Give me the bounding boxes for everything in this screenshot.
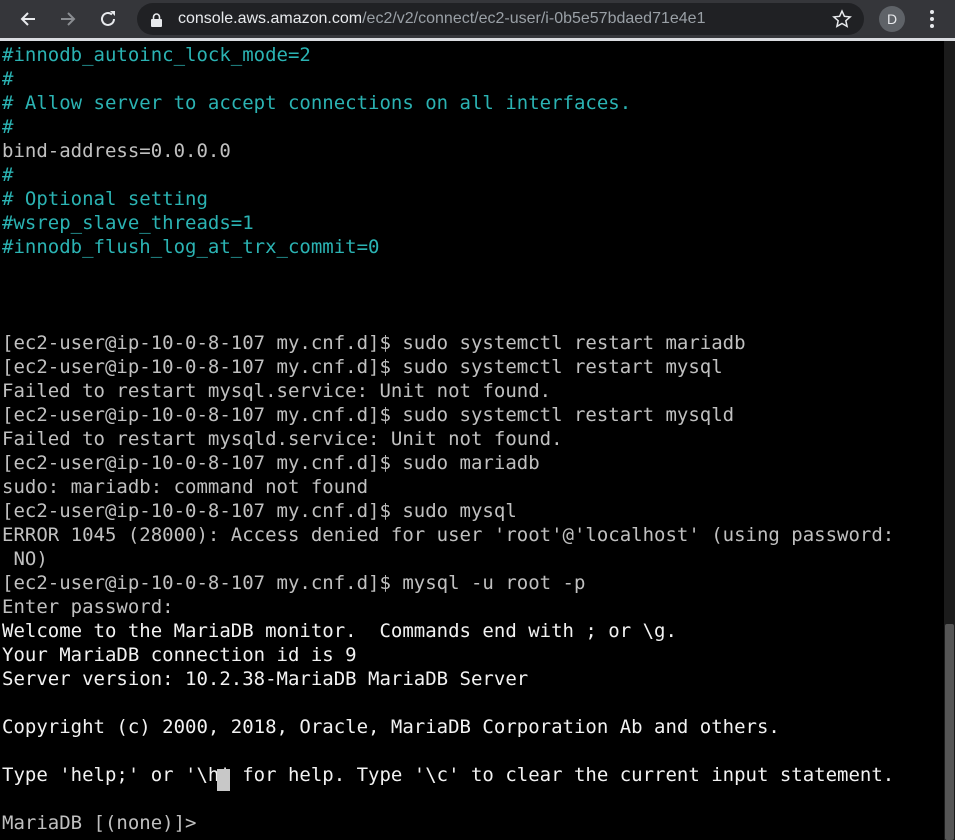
terminal-line: Your MariaDB connection id is 9 bbox=[2, 644, 357, 666]
terminal-line: #wsrep_slave_threads=1 bbox=[2, 212, 254, 234]
terminal-line: [ec2-user@ip-10-0-8-107 my.cnf.d]$ sudo … bbox=[2, 500, 517, 522]
terminal-line: Failed to restart mysqld.service: Unit n… bbox=[2, 428, 563, 450]
url-path: /ec2/v2/connect/ec2-user/i-0b5e57bdaed71… bbox=[362, 10, 706, 27]
terminal-line: Type 'help;' or '\h' for help. Type '\c'… bbox=[2, 764, 895, 786]
terminal-line: #innodb_autoinc_lock_mode=2 bbox=[2, 44, 311, 66]
terminal-line: Server version: 10.2.38-MariaDB MariaDB … bbox=[2, 668, 529, 690]
terminal-line: NO) bbox=[2, 548, 48, 570]
terminal-line: # bbox=[2, 116, 14, 138]
browser-toolbar: console.aws.amazon.com/ec2/v2/connect/ec… bbox=[0, 0, 955, 38]
terminal-line: # bbox=[2, 68, 14, 90]
url-host: console.aws.amazon.com bbox=[178, 10, 363, 27]
terminal-line: Enter password: bbox=[2, 596, 174, 618]
terminal-scrollbar[interactable] bbox=[944, 41, 955, 840]
terminal-line: [ec2-user@ip-10-0-8-107 my.cnf.d]$ sudo … bbox=[2, 356, 723, 378]
scrollbar-thumb[interactable] bbox=[945, 624, 954, 840]
terminal-line: # Allow server to accept connections on … bbox=[2, 92, 632, 114]
terminal-line: MariaDB [(none)]> bbox=[2, 812, 208, 834]
forward-arrow-icon[interactable] bbox=[53, 4, 83, 34]
star-icon[interactable] bbox=[832, 9, 852, 33]
terminal-line: # bbox=[2, 164, 14, 186]
terminal-line: Copyright (c) 2000, 2018, Oracle, MariaD… bbox=[2, 716, 780, 738]
terminal-cursor bbox=[217, 769, 230, 791]
terminal-window[interactable]: #innodb_autoinc_lock_mode=2 # # Allow serv… bbox=[0, 41, 944, 840]
kebab-menu-icon[interactable] bbox=[922, 7, 942, 31]
terminal-line: ERROR 1045 (28000): Access denied for us… bbox=[2, 524, 895, 546]
terminal-line: Welcome to the MariaDB monitor. Commands… bbox=[2, 620, 677, 642]
terminal-line: # Optional setting bbox=[2, 188, 208, 210]
avatar[interactable]: D bbox=[879, 6, 905, 32]
address-bar[interactable]: console.aws.amazon.com/ec2/v2/connect/ec… bbox=[137, 3, 864, 35]
lock-icon bbox=[151, 12, 162, 31]
url-text: console.aws.amazon.com/ec2/v2/connect/ec… bbox=[178, 3, 705, 35]
terminal-line: [ec2-user@ip-10-0-8-107 my.cnf.d]$ sudo … bbox=[2, 452, 540, 474]
terminal-line: bind-address=0.0.0.0 bbox=[2, 140, 231, 162]
terminal-line: [ec2-user@ip-10-0-8-107 my.cnf.d]$ mysql… bbox=[2, 572, 586, 594]
back-arrow-icon[interactable] bbox=[13, 4, 43, 34]
terminal-line: Failed to restart mysql.service: Unit no… bbox=[2, 380, 552, 402]
terminal-line: [ec2-user@ip-10-0-8-107 my.cnf.d]$ sudo … bbox=[2, 404, 735, 426]
reload-icon[interactable] bbox=[93, 4, 123, 34]
terminal-line: sudo: mariadb: command not found bbox=[2, 476, 369, 498]
terminal-line: #innodb_flush_log_at_trx_commit=0 bbox=[2, 236, 380, 258]
terminal-line: [ec2-user@ip-10-0-8-107 my.cnf.d]$ sudo … bbox=[2, 332, 746, 354]
